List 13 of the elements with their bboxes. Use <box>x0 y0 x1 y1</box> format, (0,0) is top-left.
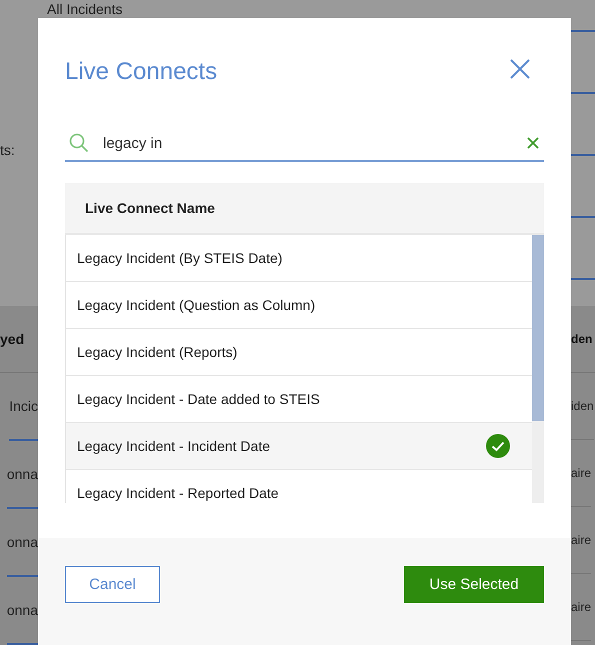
field-label: ts: <box>0 142 16 158</box>
list-row[interactable]: Legacy Incident - Incident Date <box>66 423 532 470</box>
use-selected-button[interactable]: Use Selected <box>404 566 544 603</box>
column-header: Live Connect Name <box>65 183 544 235</box>
search-field[interactable]: legacy in <box>101 134 514 152</box>
check-icon <box>486 434 510 458</box>
section-title: All Incidents <box>47 1 122 17</box>
dialog-title: Live Connects <box>65 58 218 86</box>
close-button[interactable] <box>508 57 532 81</box>
search-icon <box>69 133 89 153</box>
clear-button[interactable] <box>526 136 540 150</box>
scrollbar[interactable] <box>532 235 544 503</box>
cancel-button[interactable]: Cancel <box>65 566 160 603</box>
